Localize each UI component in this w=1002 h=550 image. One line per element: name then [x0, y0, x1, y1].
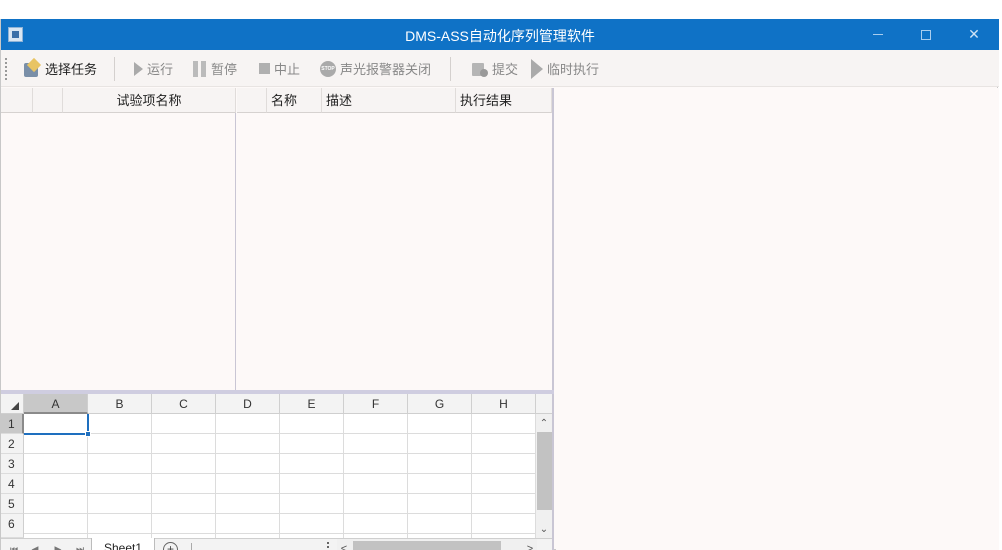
- row-header-4[interactable]: 4: [1, 474, 24, 494]
- scroll-up-icon[interactable]: ⌃: [536, 416, 552, 432]
- temp-execute-button[interactable]: 临时执行: [531, 50, 599, 87]
- column-header-filler: [536, 394, 552, 414]
- next-sheet-icon[interactable]: ▶: [48, 539, 68, 550]
- toolbar: 选择任务 运行 暂停 中止 STOP 声光报警器关闭 提交 临时执行: [1, 50, 999, 87]
- add-sheet-icon[interactable]: +: [163, 542, 178, 550]
- column-header-e[interactable]: E: [280, 394, 344, 414]
- column-header-d[interactable]: D: [216, 394, 280, 414]
- toolbar-grip[interactable]: [5, 58, 8, 80]
- tab-separator: [191, 543, 192, 550]
- column-header-f[interactable]: F: [344, 394, 408, 414]
- task-icon: [23, 60, 41, 78]
- stop-sign-icon: STOP: [320, 60, 336, 77]
- grid-header-result[interactable]: 执行结果: [456, 88, 552, 113]
- toolbar-separator: [450, 57, 451, 81]
- close-icon: ✕: [968, 26, 980, 42]
- toolbar-separator: [114, 57, 115, 81]
- select-task-button[interactable]: 选择任务: [23, 50, 97, 87]
- horizontal-scroll-thumb[interactable]: [353, 541, 501, 550]
- column-header-h[interactable]: H: [472, 394, 536, 414]
- grid-header-test-item-name[interactable]: 试验项名称: [63, 88, 236, 113]
- run-label: 运行: [147, 62, 174, 77]
- right-panel: [556, 88, 999, 550]
- grid-header-check[interactable]: [33, 88, 63, 113]
- temp-execute-label: 临时执行: [547, 62, 600, 77]
- row-header-3[interactable]: 3: [1, 454, 24, 474]
- active-cell[interactable]: [24, 414, 89, 435]
- first-sheet-icon[interactable]: ⏮: [4, 539, 24, 550]
- maximize-icon: [921, 29, 931, 40]
- vertical-scroll-thumb[interactable]: [537, 432, 552, 510]
- row-header-6[interactable]: 6: [1, 514, 24, 538]
- window-title: DMS-ASS自动化序列管理软件: [405, 28, 595, 44]
- submit-label: 提交: [492, 62, 519, 77]
- minimize-button[interactable]: [855, 19, 901, 50]
- sheet-tab-bar: ⏮ ◀ ▶ ⏭ Sheet1 + < >: [1, 538, 552, 550]
- scroll-left-icon[interactable]: <: [337, 539, 351, 550]
- column-header-g[interactable]: G: [408, 394, 472, 414]
- select-all-corner[interactable]: [1, 394, 24, 414]
- minimize-icon: [873, 34, 883, 35]
- scroll-right-icon[interactable]: >: [523, 539, 537, 550]
- title-bar[interactable]: DMS-ASS自动化序列管理软件 ✕: [1, 19, 999, 50]
- test-items-grid[interactable]: 试验项名称: [1, 88, 236, 390]
- alarm-off-button[interactable]: STOP 声光报警器关闭: [320, 50, 431, 87]
- pause-button[interactable]: 暂停: [193, 50, 237, 87]
- pause-label: 暂停: [211, 62, 238, 77]
- maximize-button[interactable]: [903, 19, 949, 50]
- abort-button[interactable]: 中止: [259, 50, 300, 87]
- pause-icon: [193, 60, 207, 77]
- abort-label: 中止: [274, 62, 301, 77]
- column-header-b[interactable]: B: [88, 394, 152, 414]
- results-grid[interactable]: 名称 描述 执行结果: [237, 88, 554, 390]
- play-icon: [134, 61, 143, 76]
- last-sheet-icon[interactable]: ⏭: [70, 539, 90, 550]
- prev-sheet-icon[interactable]: ◀: [25, 539, 45, 550]
- column-header-a[interactable]: A: [24, 394, 88, 414]
- grid-header-description[interactable]: 描述: [322, 88, 456, 113]
- row-header-1[interactable]: 1: [1, 414, 24, 434]
- grid-header-indicator[interactable]: [237, 88, 267, 113]
- row-header-5[interactable]: 5: [1, 494, 24, 514]
- select-task-label: 选择任务: [45, 62, 98, 77]
- app-window: DMS-ASS自动化序列管理软件 ✕ 选择任务 运行 暂停 中止 STOP 声光…: [0, 19, 999, 550]
- grid-header-name[interactable]: 名称: [267, 88, 322, 113]
- spreadsheet[interactable]: A B C D E F G H 1 2 3 4 5 6 ⌃ ⌄ ⏮ ◀ ▶ ⏭ …: [1, 394, 554, 550]
- run-button[interactable]: 运行: [134, 50, 173, 87]
- submit-button[interactable]: 提交: [472, 50, 518, 87]
- row-header-2[interactable]: 2: [1, 434, 24, 454]
- alarm-off-label: 声光报警器关闭: [340, 62, 432, 77]
- grid-header-indicator[interactable]: [1, 88, 33, 113]
- close-button[interactable]: ✕: [951, 19, 997, 50]
- tab-scroll-splitter[interactable]: [327, 542, 331, 550]
- column-header-c[interactable]: C: [152, 394, 216, 414]
- horizontal-scrollbar[interactable]: < >: [337, 539, 537, 550]
- stop-square-icon: [259, 63, 270, 74]
- cell-grid[interactable]: [24, 414, 536, 538]
- fill-handle[interactable]: [85, 431, 91, 437]
- vertical-scrollbar[interactable]: ⌃ ⌄: [536, 414, 552, 538]
- play-icon: [531, 58, 543, 79]
- sheet-tab-sheet1[interactable]: Sheet1: [91, 538, 155, 550]
- scroll-down-icon[interactable]: ⌄: [536, 522, 552, 538]
- submit-icon: [472, 61, 488, 77]
